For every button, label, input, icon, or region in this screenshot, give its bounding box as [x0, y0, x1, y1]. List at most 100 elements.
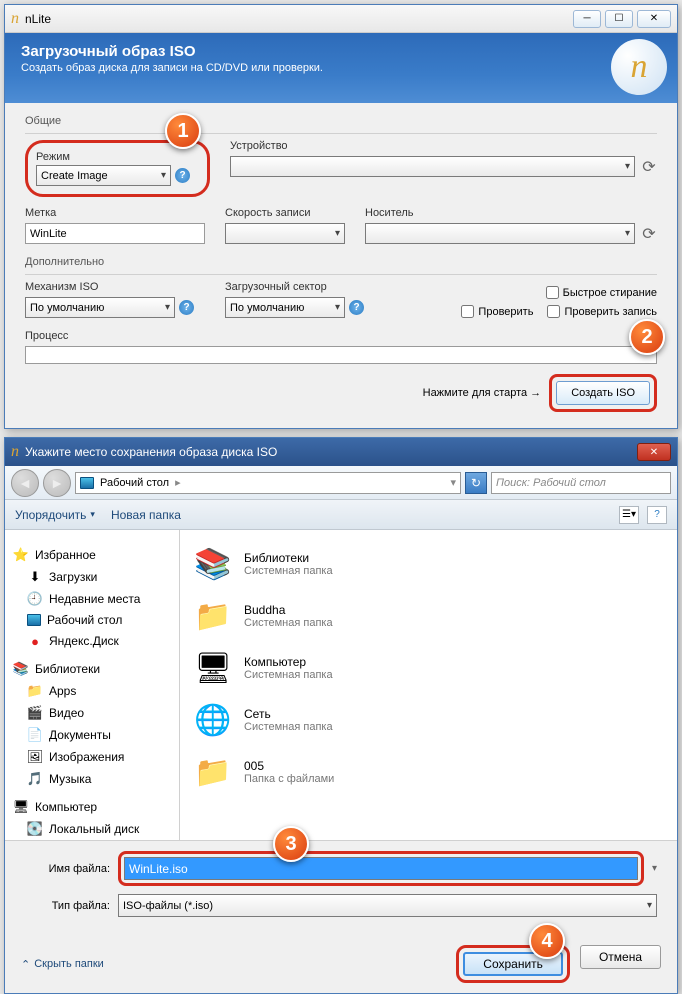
start-hint: Нажмите для старта →: [423, 387, 542, 399]
dialog-titlebar: n Укажите место сохранения образа диска …: [5, 438, 677, 466]
hide-folders-button[interactable]: ⌃Скрыть папки: [21, 958, 104, 971]
music-icon: 🎵: [27, 771, 43, 787]
network-icon: 🌐: [192, 700, 234, 740]
tree-downloads[interactable]: ⬇Загрузки: [9, 566, 175, 588]
filetype-combo[interactable]: ISO-файлы (*.iso): [118, 894, 657, 917]
divider: [25, 133, 657, 134]
progress-bar: [25, 346, 657, 364]
general-label: Общие: [25, 115, 657, 127]
tree-yandex[interactable]: ●Яндекс.Диск: [9, 630, 175, 652]
verify-checkbox[interactable]: Проверить: [461, 305, 533, 318]
media-combo[interactable]: [365, 223, 635, 244]
folder-icon: 📁: [27, 683, 43, 699]
close-button[interactable]: ✕: [637, 443, 671, 461]
tree-local-disk[interactable]: 💽Локальный диск: [9, 818, 175, 840]
toolbar: Упорядочить Новая папка ☰▾ ?: [5, 500, 677, 530]
dropdown-icon[interactable]: ▾: [652, 863, 657, 874]
speed-combo[interactable]: [225, 223, 345, 244]
user-folder-icon: 📁: [192, 596, 234, 636]
help-icon[interactable]: ?: [349, 300, 364, 315]
refresh-icon[interactable]: ⟳: [641, 159, 657, 175]
location-text: Рабочий стол: [100, 477, 169, 489]
iso-engine-combo[interactable]: По умолчанию: [25, 297, 175, 318]
tree-pictures[interactable]: 🖼Изображения: [9, 746, 175, 768]
banner-subtitle: Создать образ диска для записи на CD/DVD…: [21, 62, 661, 74]
filename-label: Имя файла:: [25, 863, 110, 875]
body-panel: Общие Режим Create Image ? Устройство ⟳ …: [5, 103, 677, 428]
help-icon[interactable]: ?: [179, 300, 194, 315]
filename-highlight: [118, 851, 644, 886]
verify-write-checkbox[interactable]: Проверить запись: [547, 305, 657, 318]
desktop-icon: [80, 477, 94, 489]
disk-icon: 💽: [27, 821, 43, 837]
refresh-button[interactable]: ↻: [465, 472, 487, 494]
nav-tree: ⭐Избранное ⬇Загрузки 🕘Недавние места Раб…: [5, 530, 180, 840]
banner: Загрузочный образ ISO Создать образ диск…: [5, 33, 677, 103]
location-bar[interactable]: Рабочий стол ▸ ▾: [75, 472, 461, 494]
tree-documents[interactable]: 📄Документы: [9, 724, 175, 746]
new-folder-button[interactable]: Новая папка: [111, 508, 185, 522]
boot-sector-combo[interactable]: По умолчанию: [225, 297, 345, 318]
computer-icon: 🖥: [13, 799, 29, 815]
video-icon: 🎬: [27, 705, 43, 721]
list-item[interactable]: 📁BuddhaСистемная папка: [188, 590, 669, 642]
tree-recent[interactable]: 🕘Недавние места: [9, 588, 175, 610]
desktop-icon: [27, 614, 41, 626]
filetype-label: Тип файла:: [25, 900, 110, 912]
tree-computer[interactable]: 🖥Компьютер: [9, 796, 175, 818]
create-iso-button[interactable]: Создать ISO: [556, 381, 650, 405]
picture-icon: 🖼: [27, 749, 43, 765]
save-dialog: n Укажите место сохранения образа диска …: [4, 437, 678, 994]
mode-combo[interactable]: Create Image: [36, 165, 171, 186]
help-icon[interactable]: ?: [175, 168, 190, 183]
app-title: nLite: [25, 12, 573, 26]
tree-video[interactable]: 🎬Видео: [9, 702, 175, 724]
tree-libraries[interactable]: 📚Библиотеки: [9, 658, 175, 680]
star-icon: ⭐: [13, 547, 29, 563]
folder-icon: 📁: [192, 752, 234, 792]
back-button[interactable]: ◄: [11, 469, 39, 497]
nlite-window: n nLite ─ ☐ ✕ Загрузочный образ ISO Созд…: [4, 4, 678, 429]
minimize-button[interactable]: ─: [573, 10, 601, 28]
tree-music[interactable]: 🎵Музыка: [9, 768, 175, 790]
bottom-row: ⌃Скрыть папки Сохранить Отмена: [5, 935, 677, 993]
file-area: ⭐Избранное ⬇Загрузки 🕘Недавние места Раб…: [5, 530, 677, 840]
help-button[interactable]: ?: [647, 506, 667, 524]
tree-desktop[interactable]: Рабочий стол: [9, 610, 175, 630]
organize-menu[interactable]: Упорядочить: [15, 508, 95, 522]
cancel-button[interactable]: Отмена: [580, 945, 661, 969]
tree-apps[interactable]: 📁Apps: [9, 680, 175, 702]
refresh-icon[interactable]: ⟳: [641, 226, 657, 242]
document-icon: 📄: [27, 727, 43, 743]
mode-label: Режим: [36, 151, 70, 163]
chevron-up-icon: ⌃: [21, 958, 30, 971]
label-input[interactable]: [25, 223, 205, 244]
list-item[interactable]: 📚БиблиотекиСистемная папка: [188, 538, 669, 590]
forward-button[interactable]: ►: [43, 469, 71, 497]
quick-erase-checkbox[interactable]: Быстрое стирание: [395, 286, 657, 299]
label-label: Метка: [25, 207, 205, 219]
download-icon: ⬇: [27, 569, 43, 585]
filename-input[interactable]: [124, 857, 638, 880]
list-item[interactable]: 📁005Папка с файлами: [188, 746, 669, 798]
tree-favorites[interactable]: ⭐Избранное: [9, 544, 175, 566]
list-item[interactable]: 🖥КомпьютерСистемная папка: [188, 642, 669, 694]
banner-title: Загрузочный образ ISO: [21, 43, 661, 60]
recent-icon: 🕘: [27, 591, 43, 607]
computer-icon: 🖥: [192, 648, 234, 688]
callout-3: 3: [273, 826, 309, 862]
advanced-label: Дополнительно: [25, 256, 657, 268]
search-input[interactable]: Поиск: Рабочий стол: [491, 472, 671, 494]
app-icon: n: [11, 443, 19, 461]
titlebar: n nLite ─ ☐ ✕: [5, 5, 677, 33]
device-label: Устройство: [230, 140, 657, 152]
yandex-icon: ●: [27, 633, 43, 649]
dialog-title: Укажите место сохранения образа диска IS…: [25, 445, 637, 459]
view-button[interactable]: ☰▾: [619, 506, 639, 524]
file-inputs: Имя файла: ▾ Тип файла: ISO-файлы (*.iso…: [5, 840, 677, 935]
list-item[interactable]: 🌐СетьСистемная папка: [188, 694, 669, 746]
close-button[interactable]: ✕: [637, 10, 671, 28]
device-combo[interactable]: [230, 156, 635, 177]
maximize-button[interactable]: ☐: [605, 10, 633, 28]
app-icon: n: [11, 10, 19, 28]
